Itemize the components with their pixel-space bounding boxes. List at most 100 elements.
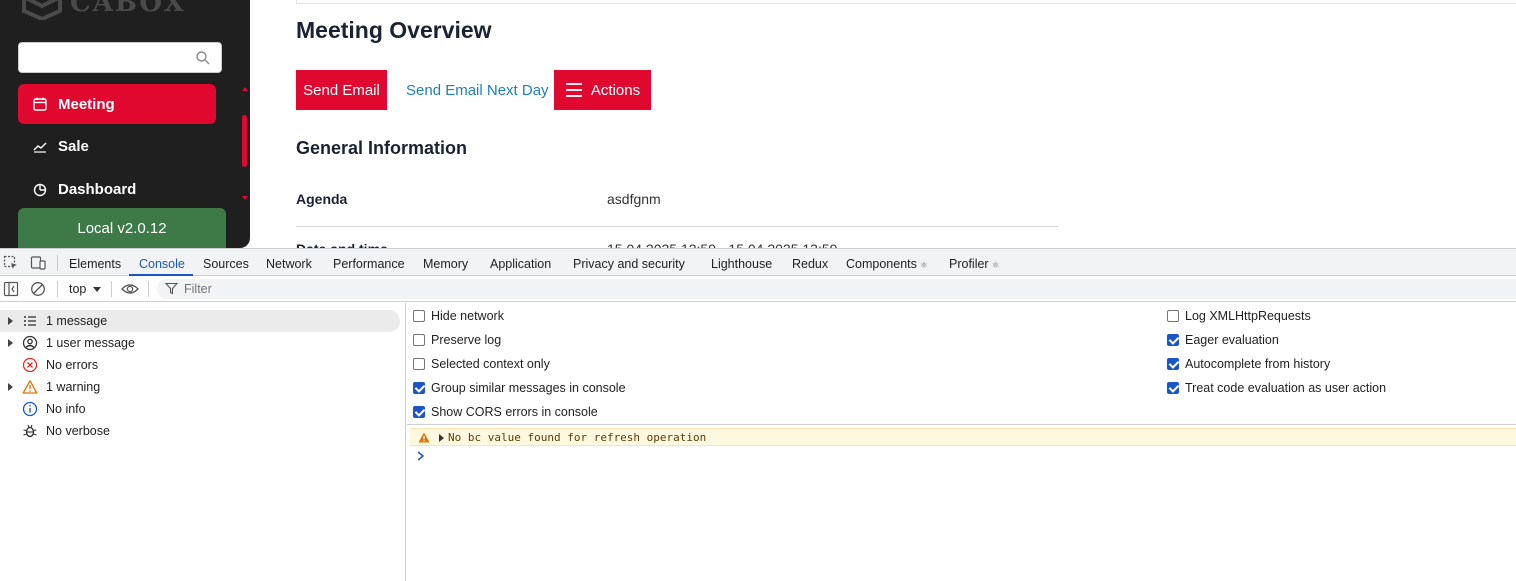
inspect-element-icon[interactable]	[3, 255, 19, 271]
checkbox[interactable]	[413, 334, 425, 346]
expand-triangle-icon[interactable]	[8, 383, 13, 391]
sidebar-msg-label: 1 warning	[46, 380, 101, 394]
context-selector[interactable]: top	[69, 282, 102, 296]
warning-icon	[22, 380, 38, 394]
send-email-button[interactable]: Send Email	[296, 70, 387, 110]
checkbox[interactable]	[1167, 358, 1179, 370]
actions-label: Actions	[590, 81, 641, 99]
checkbox-label: Hide network	[431, 309, 504, 323]
toolbar-divider	[148, 281, 149, 297]
show-cors-errors-checkbox[interactable]: Show CORS errors in console	[413, 405, 598, 419]
tab-application[interactable]: Application	[490, 257, 551, 271]
checkbox-label: Eager evaluation	[1185, 333, 1279, 347]
checkbox-label: Group similar messages in console	[431, 381, 626, 395]
toolbar-divider	[111, 281, 112, 297]
tab-elements[interactable]: Elements	[69, 257, 121, 271]
tab-profiler[interactable]: Profiler ⚛	[949, 257, 1000, 271]
sidebar-info-item[interactable]: No info	[0, 398, 400, 420]
toolbar-divider	[57, 281, 58, 297]
warning-icon	[418, 432, 430, 443]
checkbox-label: Treat code evaluation as user action	[1185, 381, 1387, 395]
filter-input[interactable]	[184, 281, 584, 297]
tab-network[interactable]: Network	[266, 257, 312, 271]
trend-line-icon	[33, 142, 47, 153]
sidebar-verbose-item[interactable]: No verbose	[0, 420, 400, 442]
filter-input-box[interactable]	[157, 279, 1516, 299]
tab-redux[interactable]: Redux	[792, 257, 828, 271]
context-value: top	[69, 282, 87, 296]
tab-sources[interactable]: Sources	[203, 257, 249, 271]
tab-memory[interactable]: Memory	[423, 257, 468, 271]
logo: CABOX	[22, 0, 186, 20]
cube-logo-icon	[22, 0, 62, 20]
send-email-next-day-link[interactable]: Send Email Next Day	[406, 70, 549, 110]
tab-privacy-security[interactable]: Privacy and security	[573, 257, 685, 271]
sidebar-errors-item[interactable]: No errors	[0, 354, 400, 376]
filter-icon	[165, 282, 178, 295]
checkbox[interactable]	[413, 310, 425, 322]
checkbox-label: Preserve log	[431, 333, 502, 347]
live-expression-eye-icon[interactable]	[121, 281, 139, 297]
calendar-icon	[33, 97, 47, 111]
preserve-log-checkbox[interactable]: Preserve log	[413, 333, 501, 347]
top-divider	[296, 3, 1516, 4]
tab-divider	[57, 255, 58, 271]
expand-triangle-icon[interactable]	[8, 317, 13, 325]
version-badge: Local v2.0.12	[18, 208, 226, 248]
scroll-down-arrow[interactable]	[242, 196, 248, 200]
checkbox-label: Selected context only	[431, 357, 550, 371]
expand-triangle-icon[interactable]	[439, 434, 444, 442]
treat-code-evaluation-checkbox[interactable]: Treat code evaluation as user action	[1167, 381, 1386, 395]
send-email-label: Send Email	[303, 81, 380, 99]
checkbox-label: Log XMLHttpRequests	[1185, 309, 1311, 323]
checkbox[interactable]	[413, 358, 425, 370]
clear-console-icon[interactable]	[30, 281, 46, 297]
sidebar-user-messages-item[interactable]: 1 user message	[0, 332, 400, 354]
checkbox[interactable]	[413, 406, 425, 418]
sidebar-messages-item[interactable]: 1 message	[0, 310, 400, 332]
console-prompt-chevron-icon[interactable]	[416, 450, 426, 462]
pie-chart-icon	[33, 183, 47, 197]
console-toolbar: top	[0, 276, 1516, 302]
tab-components-label: Components	[846, 257, 917, 271]
react-gear-icon: ⚛	[991, 260, 1000, 270]
sidebar-item-meeting[interactable]: Meeting	[18, 84, 216, 124]
tab-console[interactable]: Console	[139, 257, 185, 271]
sidebar-item-dashboard[interactable]: Dashboard	[18, 169, 216, 209]
checkbox[interactable]	[1167, 310, 1179, 322]
checkbox-label: Show CORS errors in console	[431, 405, 598, 419]
sidebar-item-sale[interactable]: Sale	[18, 126, 216, 166]
app-sidebar: CABOX Meeting Sale Dashboard Local v2.0.…	[0, 0, 250, 248]
hide-network-checkbox[interactable]: Hide network	[413, 309, 504, 323]
tab-performance[interactable]: Performance	[333, 257, 405, 271]
sidebar-msg-label: No verbose	[46, 424, 110, 438]
agenda-value: asdfgnm	[607, 191, 661, 207]
eager-evaluation-checkbox[interactable]: Eager evaluation	[1167, 333, 1279, 347]
sidebar-search-input[interactable]	[18, 42, 222, 73]
checkbox[interactable]	[413, 382, 425, 394]
devtools-tab-bar: Elements Console Sources Network Perform…	[0, 248, 1516, 276]
search-icon	[196, 51, 210, 65]
group-similar-checkbox[interactable]: Group similar messages in console	[413, 381, 626, 395]
sidebar-scrollbar[interactable]	[242, 115, 247, 167]
error-icon	[22, 357, 38, 373]
console-warning-message[interactable]: No bc value found for refresh operation	[410, 428, 1516, 446]
scroll-up-arrow[interactable]	[242, 87, 248, 91]
autocomplete-history-checkbox[interactable]: Autocomplete from history	[1167, 357, 1330, 371]
sidebar-warnings-item[interactable]: 1 warning	[0, 376, 400, 398]
tab-components[interactable]: Components ⚛	[846, 257, 928, 271]
checkbox[interactable]	[1167, 382, 1179, 394]
agenda-label: Agenda	[296, 191, 348, 207]
expand-triangle-icon[interactable]	[8, 339, 13, 347]
user-icon	[22, 335, 38, 351]
section-title: General Information	[296, 138, 468, 158]
checkbox[interactable]	[1167, 334, 1179, 346]
actions-button[interactable]: Actions	[554, 70, 651, 110]
log-xmlhttprequests-checkbox[interactable]: Log XMLHttpRequests	[1167, 309, 1311, 323]
sidebar-toggle-icon[interactable]	[3, 281, 19, 297]
tab-lighthouse[interactable]: Lighthouse	[711, 257, 772, 271]
info-icon	[22, 401, 38, 417]
device-toolbar-icon[interactable]	[30, 255, 46, 271]
selected-context-only-checkbox[interactable]: Selected context only	[413, 357, 550, 371]
info-divider	[296, 226, 1058, 227]
